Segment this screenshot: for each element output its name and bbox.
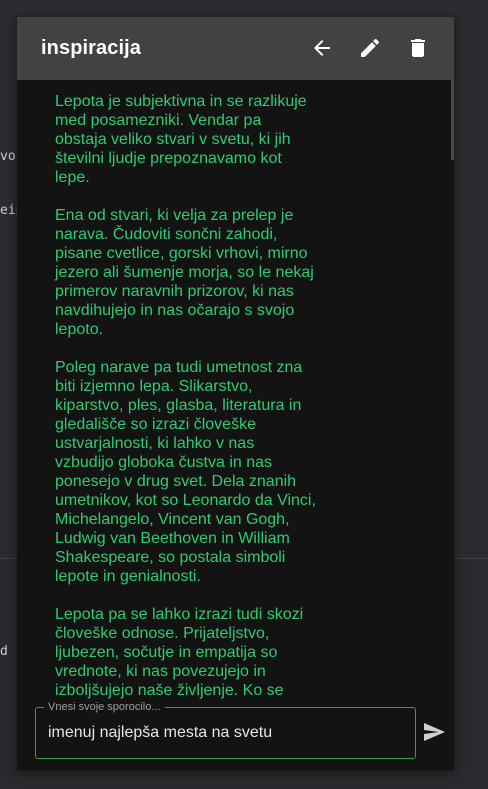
message-scrollbar[interactable] <box>451 80 454 160</box>
chat-panel: inspiracija Lepota je subjektivna in se … <box>17 17 454 770</box>
message-paragraph: Poleg narave pa tudi umetnost zna biti i… <box>55 359 316 585</box>
delete-button[interactable] <box>406 36 430 60</box>
chat-title: inspiracija <box>41 37 142 59</box>
message-composer: Vnesi svoje sporocilo... <box>35 700 416 759</box>
send-icon <box>424 723 445 741</box>
chat-header: inspiracija <box>17 17 454 80</box>
assistant-message: Lepota je subjektivna in se razlikuje me… <box>55 92 317 700</box>
send-button[interactable] <box>422 720 446 744</box>
message-paragraph: Lepota je subjektivna in se razlikuje me… <box>55 93 307 186</box>
composer-label: Vnesi svoje sporocilo... <box>44 700 165 714</box>
edit-button[interactable] <box>358 36 382 60</box>
arrow-left-icon <box>314 40 330 56</box>
back-button[interactable] <box>310 36 334 60</box>
message-paragraph: Ena od stvari, ki velja za prelep je nar… <box>55 207 314 338</box>
message-input[interactable] <box>48 720 403 746</box>
trash-icon <box>411 39 425 57</box>
message-paragraph: Lepota pa se lahko izrazi tudi skozi člo… <box>55 606 304 699</box>
message-list[interactable]: Lepota je subjektivna in se razlikuje me… <box>17 80 454 700</box>
pencil-icon <box>361 38 380 57</box>
background-lower-text: d <box>0 644 8 659</box>
